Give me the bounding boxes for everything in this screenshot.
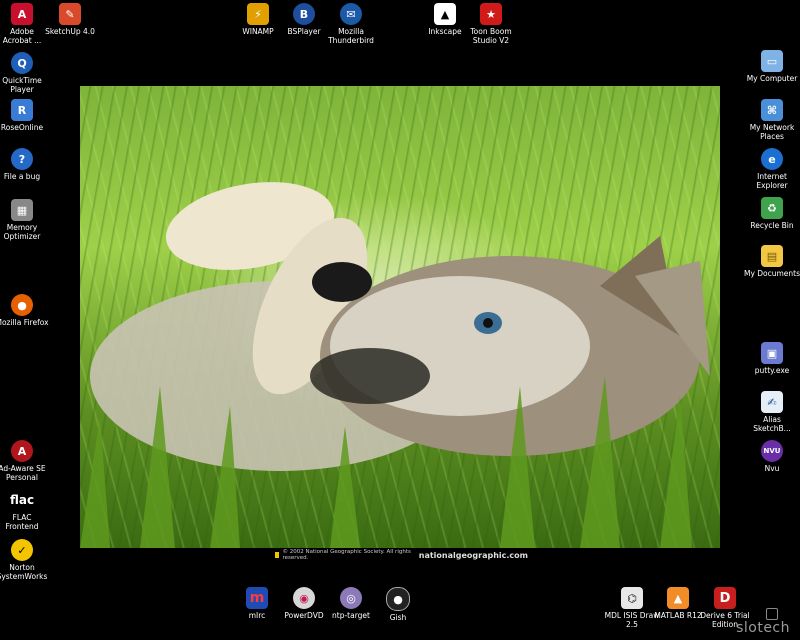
- icon-label: QuickTime Player: [2, 76, 42, 94]
- wallpaper-copyright: © 2002 National Geographic Society. All …: [275, 549, 419, 561]
- wallpaper-photo: [80, 86, 720, 548]
- desktop-icon-toon-boom[interactable]: ★ Toon Boom Studio V2: [459, 3, 523, 45]
- sketchbook-icon: ✍: [761, 391, 783, 413]
- mirc-icon: m: [246, 587, 268, 609]
- icon-label: FLAC Frontend: [5, 513, 39, 531]
- desktop-icon-file-a-bug[interactable]: ? File a bug: [0, 148, 54, 181]
- desktop-icon-quicktime[interactable]: Q QuickTime Player: [0, 52, 54, 94]
- derive-icon: D: [714, 587, 736, 609]
- inkscape-icon: ▲: [434, 3, 456, 25]
- wallpaper-caption: © 2002 National Geographic Society. All …: [80, 548, 720, 562]
- desktop-icon-nvu[interactable]: NVU Nvu: [740, 440, 800, 473]
- isis-draw-icon: ⌬: [621, 587, 643, 609]
- recycle-bin-icon: ♻: [761, 197, 783, 219]
- thunderbird-icon: ✉: [340, 3, 362, 25]
- desktop-icon-roseonline[interactable]: R RoseOnline: [0, 99, 54, 132]
- national-geographic-logo-icon: [275, 552, 279, 558]
- bsplayer-icon: B: [293, 3, 315, 25]
- matlab-icon: ▲: [667, 587, 689, 609]
- icon-label: Nvu: [764, 464, 780, 473]
- gish-icon: ●: [386, 587, 410, 611]
- winamp-icon: ⚡: [247, 3, 269, 25]
- icon-label: SketchUp 4.0: [45, 27, 95, 36]
- toon-boom-icon: ★: [480, 3, 502, 25]
- desktop-icon-flac[interactable]: flac FLAC Frontend: [0, 489, 54, 531]
- adaware-icon: A: [11, 440, 33, 462]
- desktop-icon-internet-explorer[interactable]: e Internet Explorer: [740, 148, 800, 190]
- icon-label: Toon Boom Studio V2: [470, 27, 512, 45]
- norton-icon: ✓: [11, 539, 33, 561]
- icon-label: Mozilla Firefox: [0, 318, 49, 327]
- desktop-icon-putty[interactable]: ▣ putty.exe: [740, 342, 800, 375]
- powerdvd-icon: ◉: [293, 587, 315, 609]
- adobe-acrobat-icon: A: [11, 3, 33, 25]
- roseonline-icon: R: [11, 99, 33, 121]
- internet-explorer-icon: e: [761, 148, 783, 170]
- help-icon: ?: [11, 148, 33, 170]
- desktop-icon-gish[interactable]: ● Gish: [366, 587, 430, 622]
- wolf-pup-illustration: [80, 182, 710, 548]
- quicktime-icon: Q: [11, 52, 33, 74]
- desktop-icon-recycle-bin[interactable]: ♻ Recycle Bin: [740, 197, 800, 230]
- ntp-target-icon: ◎: [340, 587, 362, 609]
- icon-label: Ad-Aware SE Personal: [0, 464, 46, 482]
- icon-label: Gish: [389, 613, 407, 622]
- slotech-watermark: slotech: [736, 620, 790, 636]
- desktop-icon-adaware[interactable]: A Ad-Aware SE Personal: [0, 440, 54, 482]
- icon-label: Internet Explorer: [756, 172, 788, 190]
- icon-label: Norton SystemWorks: [0, 563, 48, 581]
- desktop-icon-my-computer[interactable]: ▭ My Computer: [740, 50, 800, 83]
- desktop-icon-memory-optimizer[interactable]: ▦ Memory Optimizer: [0, 199, 54, 241]
- network-icon: ⌘: [761, 99, 783, 121]
- icon-label: Recycle Bin: [750, 221, 794, 230]
- desktop-icon-my-documents[interactable]: ▤ My Documents: [740, 245, 800, 278]
- desktop-icon-alias-sketchbook[interactable]: ✍ Alias SketchB...: [740, 391, 800, 433]
- icon-label: My Network Places: [749, 123, 795, 141]
- icon-label: RoseOnline: [0, 123, 44, 132]
- icon-label: My Computer: [746, 74, 798, 83]
- icon-label: Alias SketchB...: [753, 415, 791, 433]
- icon-label: putty.exe: [754, 366, 790, 375]
- website-text: nationalgeographic.com: [418, 550, 528, 560]
- computer-icon: ▭: [761, 50, 783, 72]
- desktop-icon-firefox[interactable]: ● Mozilla Firefox: [0, 294, 54, 327]
- folder-icon: ▤: [761, 245, 783, 267]
- icon-label: File a bug: [3, 172, 41, 181]
- icon-label: Memory Optimizer: [3, 223, 41, 241]
- copyright-text: © 2002 National Geographic Society. All …: [282, 549, 411, 561]
- slotech-logo-icon: [766, 608, 778, 620]
- memory-chip-icon: ▦: [11, 199, 33, 221]
- desktop-icon-norton[interactable]: ✓ Norton SystemWorks: [0, 539, 54, 581]
- putty-icon: ▣: [761, 342, 783, 364]
- icon-label: Mozilla Thunderbird: [328, 27, 374, 45]
- desktop-icon-thunderbird[interactable]: ✉ Mozilla Thunderbird: [319, 3, 383, 45]
- desktop-icon-sketchup[interactable]: ✎ SketchUp 4.0: [38, 3, 102, 36]
- firefox-icon: ●: [11, 294, 33, 316]
- icon-label: My Documents: [743, 269, 800, 278]
- sketchup-icon: ✎: [59, 3, 81, 25]
- flac-icon: flac: [10, 489, 34, 511]
- nvu-icon: NVU: [761, 440, 783, 462]
- desktop-icon-network-places[interactable]: ⌘ My Network Places: [740, 99, 800, 141]
